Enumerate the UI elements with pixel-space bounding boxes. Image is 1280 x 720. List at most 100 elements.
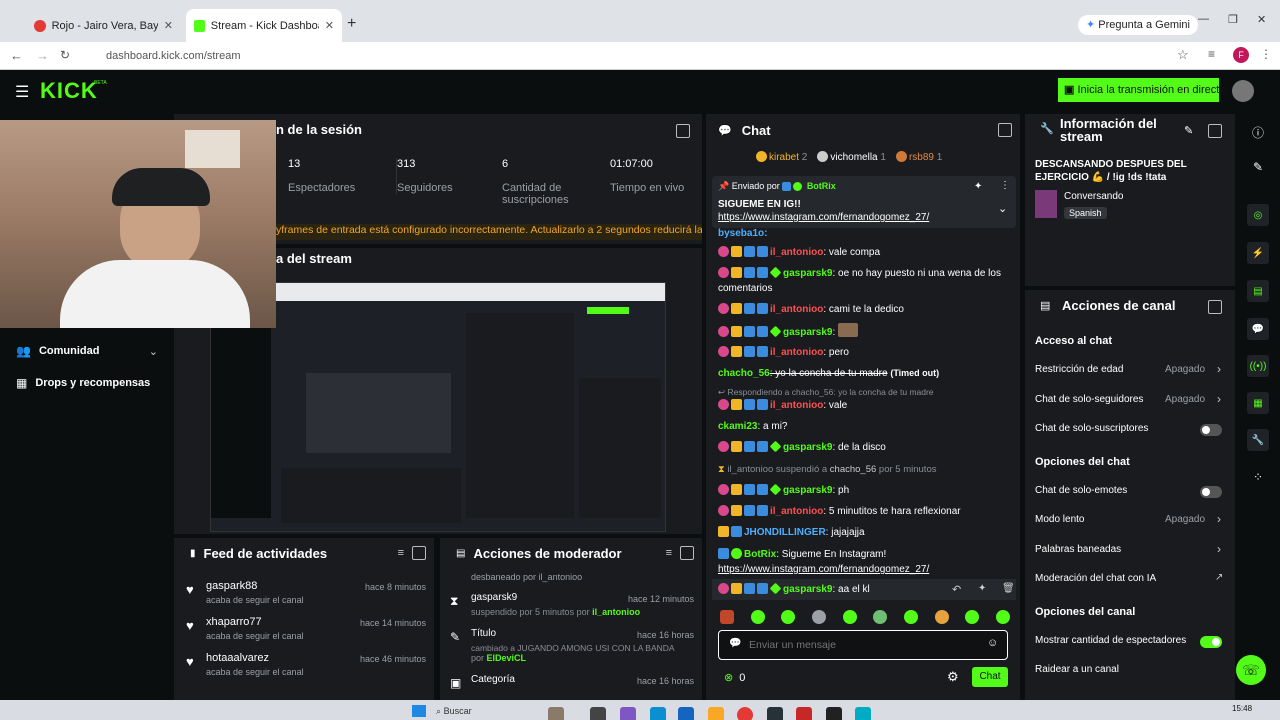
chat-user[interactable]: gasparsk9 bbox=[783, 584, 832, 595]
emote-icon[interactable] bbox=[781, 610, 796, 624]
filter-icon[interactable]: ≡ bbox=[398, 547, 404, 559]
chat-user[interactable]: gasparsk9 bbox=[783, 268, 832, 279]
chat-user[interactable]: il_antonioo bbox=[770, 400, 823, 411]
media-icon[interactable]: ≡ bbox=[1208, 47, 1215, 61]
emote-icon[interactable] bbox=[965, 610, 980, 624]
chat-link[interactable]: https://www.instagram.com/fernandogomez_… bbox=[718, 562, 929, 577]
user-avatar[interactable] bbox=[1232, 80, 1254, 102]
minimize-icon[interactable]: — bbox=[1198, 13, 1209, 25]
rail-button-wrench-icon[interactable]: 🔧 bbox=[1247, 429, 1269, 451]
back-icon[interactable]: ← bbox=[10, 48, 23, 63]
gemini-button[interactable]: ✦ Pregunta a Gemini bbox=[1078, 15, 1198, 35]
go-live-button[interactable]: ▣ Inicia la transmisión en directo bbox=[1058, 78, 1225, 102]
feed-user[interactable]: hotaaalvarez bbox=[206, 652, 269, 664]
browser-tab[interactable]: Stream - Kick Dashboard ✕ bbox=[186, 9, 342, 42]
row-ai-moderation[interactable]: Moderación del chat con IA ↗ bbox=[1035, 572, 1225, 588]
chat-user[interactable]: JHONDILLINGER bbox=[744, 527, 826, 538]
unpin-icon[interactable]: ✦ bbox=[974, 181, 982, 192]
expand-icon[interactable] bbox=[998, 123, 1012, 137]
chat-user[interactable]: il_antonioo bbox=[770, 304, 823, 315]
taskbar-app-icon[interactable] bbox=[708, 707, 724, 720]
forward-icon[interactable]: → bbox=[36, 48, 49, 63]
pencil-icon[interactable]: ✎ bbox=[1253, 160, 1263, 174]
row-show-viewers[interactable]: Mostrar cantidad de espectadores bbox=[1035, 634, 1225, 650]
help-button-icon[interactable]: ☏ bbox=[1236, 655, 1266, 685]
row-raid[interactable]: Raidear a un canal bbox=[1035, 663, 1225, 679]
sidebar-item-comunidad[interactable]: 👥 Comunidad ⌄ bbox=[16, 342, 158, 360]
row-age-restriction[interactable]: Restricción de edad Apagado › bbox=[1035, 362, 1225, 379]
chat-input[interactable] bbox=[749, 637, 979, 653]
taskbar-app-icon[interactable] bbox=[826, 707, 842, 720]
edit-icon[interactable]: ✎ bbox=[1184, 124, 1193, 137]
expand-icon[interactable] bbox=[680, 546, 694, 560]
category-name[interactable]: Conversando bbox=[1064, 191, 1123, 202]
taskbar-app-icon[interactable] bbox=[855, 707, 871, 720]
emote-only-toggle[interactable] bbox=[1200, 486, 1222, 498]
row-followers-only[interactable]: Chat de solo-seguidores Apagado › bbox=[1035, 392, 1225, 409]
gifter-item[interactable]: kirabet 2 bbox=[756, 151, 807, 163]
chat-user[interactable]: chacho_56 bbox=[718, 368, 770, 379]
close-icon[interactable]: ✕ bbox=[325, 19, 334, 32]
expand-icon[interactable] bbox=[1208, 124, 1222, 138]
taskbar-clock[interactable]: 15:48 bbox=[1232, 704, 1252, 713]
windows-start-icon[interactable] bbox=[412, 705, 426, 717]
filter-icon[interactable]: ≡ bbox=[666, 547, 672, 559]
pinned-menu-icon[interactable]: ⋮ bbox=[1000, 180, 1010, 191]
pinned-link[interactable]: https://www.instagram.com/fernandogomez_… bbox=[718, 212, 929, 223]
reload-icon[interactable]: ↻ bbox=[60, 48, 70, 62]
delete-icon[interactable]: 🗑 bbox=[1002, 583, 1015, 594]
chat-user[interactable]: BotRix bbox=[744, 549, 776, 560]
url-field[interactable]: dashboard.kick.com/stream bbox=[92, 46, 1192, 66]
gifter-item[interactable]: rsb89 1 bbox=[895, 151, 942, 163]
chat-user[interactable]: ckami23 bbox=[718, 421, 757, 432]
rail-button-broadcast-icon[interactable]: ((•)) bbox=[1247, 355, 1269, 377]
chat-user[interactable]: il_antonioo bbox=[770, 247, 823, 258]
mod-by[interactable]: il_antonioo bbox=[592, 607, 640, 617]
chat-user[interactable]: il_antonioo bbox=[770, 506, 823, 517]
kick-logo[interactable]: KICK bbox=[40, 78, 98, 104]
emote-icon[interactable] bbox=[811, 610, 826, 624]
expand-icon[interactable] bbox=[676, 124, 690, 138]
rail-button-chat-icon[interactable]: 💬 bbox=[1247, 318, 1269, 340]
emote-icon[interactable] bbox=[873, 610, 888, 624]
reply-icon[interactable]: ↶ bbox=[952, 583, 961, 596]
emote-icon[interactable] bbox=[903, 610, 918, 624]
taskbar-app-icon[interactable] bbox=[678, 707, 694, 720]
row-slow-mode[interactable]: Modo lento Apagado › bbox=[1035, 512, 1225, 529]
expand-icon[interactable] bbox=[1208, 300, 1222, 314]
taskbar-app-icon[interactable] bbox=[548, 707, 564, 720]
taskbar-app-icon[interactable] bbox=[590, 707, 606, 720]
pinned-by-user[interactable]: BotRix bbox=[807, 181, 836, 191]
chat-input-box[interactable]: 💬 ☺ bbox=[718, 630, 1008, 660]
emote-icon[interactable] bbox=[842, 610, 857, 624]
menu-kebab-icon[interactable]: ⋮ bbox=[1260, 47, 1272, 61]
close-icon[interactable]: ✕ bbox=[164, 19, 173, 32]
row-subs-only[interactable]: Chat de solo-suscriptores bbox=[1035, 422, 1225, 438]
mod-by[interactable]: ElDeviCL bbox=[487, 653, 527, 663]
taskbar-app-icon[interactable] bbox=[650, 707, 666, 720]
emote-icon[interactable] bbox=[995, 610, 1010, 624]
pin-icon[interactable]: ✦ bbox=[978, 583, 986, 594]
info-icon[interactable]: ⓘ bbox=[1252, 124, 1264, 141]
expand-icon[interactable] bbox=[412, 546, 426, 560]
feed-user[interactable]: gaspark88 bbox=[206, 580, 257, 592]
chat-user[interactable]: gasparsk9 bbox=[783, 485, 832, 496]
taskbar-app-icon[interactable] bbox=[796, 707, 812, 720]
rail-button-bolt-icon[interactable]: ⚡ bbox=[1247, 242, 1269, 264]
taskbar-search[interactable]: ⌕ Buscar bbox=[436, 703, 536, 719]
subs-only-toggle[interactable] bbox=[1200, 424, 1222, 436]
rail-button-doc-icon[interactable]: ▤ bbox=[1247, 280, 1269, 302]
profile-avatar[interactable]: F bbox=[1233, 47, 1249, 63]
row-emote-only[interactable]: Chat de solo-emotes bbox=[1035, 484, 1225, 500]
chat-user[interactable]: il_antonioo bbox=[770, 347, 823, 358]
apps-icon[interactable]: ⁘ bbox=[1253, 470, 1263, 484]
emote-icon[interactable] bbox=[934, 610, 949, 624]
chat-send-button[interactable]: Chat bbox=[972, 667, 1008, 687]
chat-settings-icon[interactable]: ⚙ bbox=[947, 669, 959, 685]
bookmark-star-icon[interactable]: ☆ bbox=[1177, 47, 1189, 63]
chat-target[interactable]: chacho_56 bbox=[830, 464, 876, 475]
emoji-icon[interactable]: ☺ bbox=[987, 637, 998, 649]
chat-user[interactable]: il_antonioo bbox=[727, 464, 773, 475]
sidebar-item-drops[interactable]: ▦ Drops y recompensas bbox=[16, 374, 166, 392]
close-window-icon[interactable]: ✕ bbox=[1257, 13, 1266, 26]
